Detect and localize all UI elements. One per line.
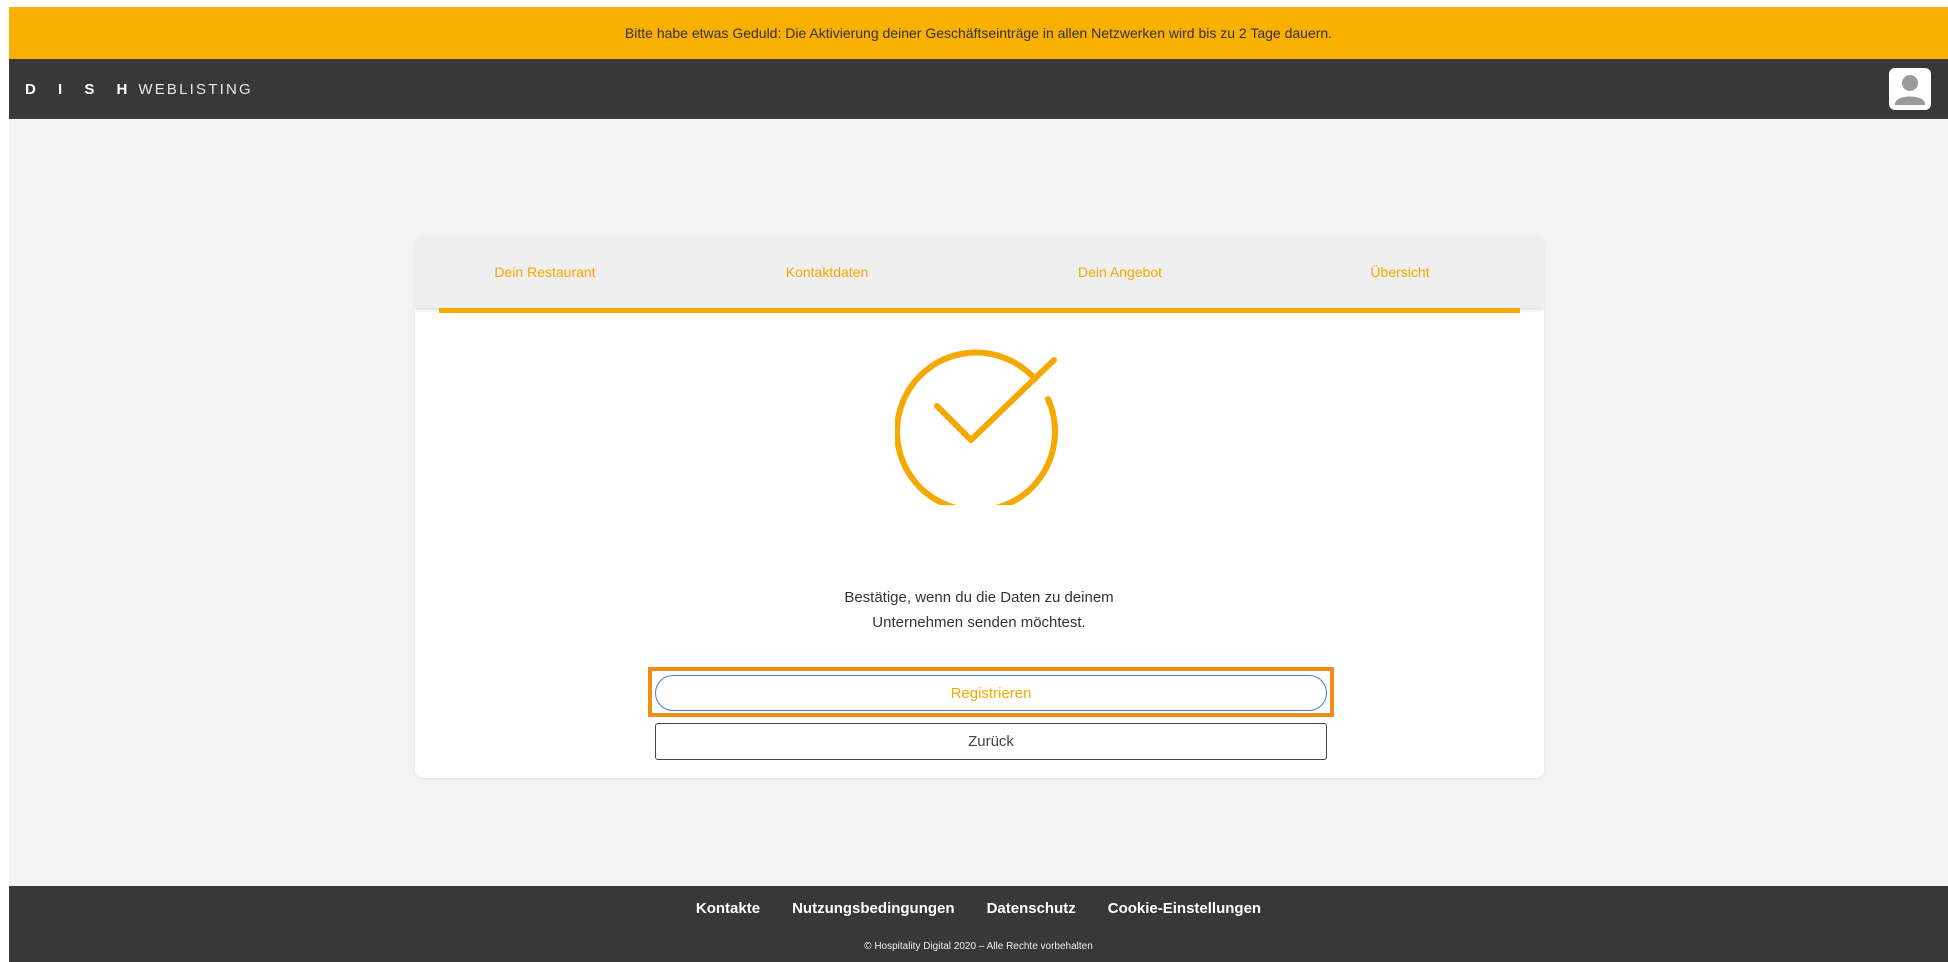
- activation-notice-banner: Bitte habe etwas Geduld: Die Aktivierung…: [9, 7, 1948, 59]
- back-button[interactable]: Zurück: [655, 723, 1327, 760]
- register-button[interactable]: Registrieren: [655, 675, 1327, 711]
- confirmation-line-1: Bestätige, wenn du die Daten zu deinem: [844, 589, 1114, 606]
- step-kontaktdaten[interactable]: Kontaktdaten: [737, 236, 917, 308]
- footer-link-cookie-einstellungen[interactable]: Cookie-Einstellungen: [1108, 900, 1261, 917]
- footer-link-nutzungsbedingungen[interactable]: Nutzungsbedingungen: [792, 900, 954, 917]
- top-navigation-bar: D I S H WEBLISTING: [9, 59, 1948, 119]
- user-icon: [1895, 75, 1925, 105]
- footer: Kontakte Nutzungsbedingungen Datenschutz…: [9, 886, 1948, 962]
- checkmark-circle-icon: [895, 349, 1058, 505]
- logo-brand: D I S H: [25, 80, 137, 98]
- registration-card: Dein Restaurant Kontaktdaten Dein Angebo…: [415, 236, 1544, 778]
- notice-text: Bitte habe etwas Geduld: Die Aktivierung…: [624, 25, 1333, 41]
- page: Bitte habe etwas Geduld: Die Aktivierung…: [9, 7, 1948, 962]
- confirmation-message: Bestätige, wenn du die Daten zu deinem U…: [679, 585, 1279, 635]
- step-navigation: Dein Restaurant Kontaktdaten Dein Angebo…: [415, 236, 1544, 308]
- step-progress-bar: [439, 308, 1520, 313]
- step-uebersicht[interactable]: Übersicht: [1310, 236, 1490, 308]
- step-dein-restaurant[interactable]: Dein Restaurant: [455, 236, 635, 308]
- step-dein-angebot[interactable]: Dein Angebot: [1030, 236, 1210, 308]
- footer-link-kontakte[interactable]: Kontakte: [696, 900, 760, 917]
- copyright-text: © Hospitality Digital 2020 – Alle Rechte…: [864, 941, 1093, 952]
- confirmation-line-2: Unternehmen senden möchtest.: [872, 614, 1086, 631]
- footer-links: Kontakte Nutzungsbedingungen Datenschutz…: [9, 900, 1948, 917]
- user-account-button[interactable]: [1889, 68, 1931, 110]
- footer-link-datenschutz[interactable]: Datenschutz: [987, 900, 1076, 917]
- dish-weblisting-logo[interactable]: D I S H WEBLISTING: [25, 79, 253, 99]
- logo-product: WEBLISTING: [138, 80, 253, 98]
